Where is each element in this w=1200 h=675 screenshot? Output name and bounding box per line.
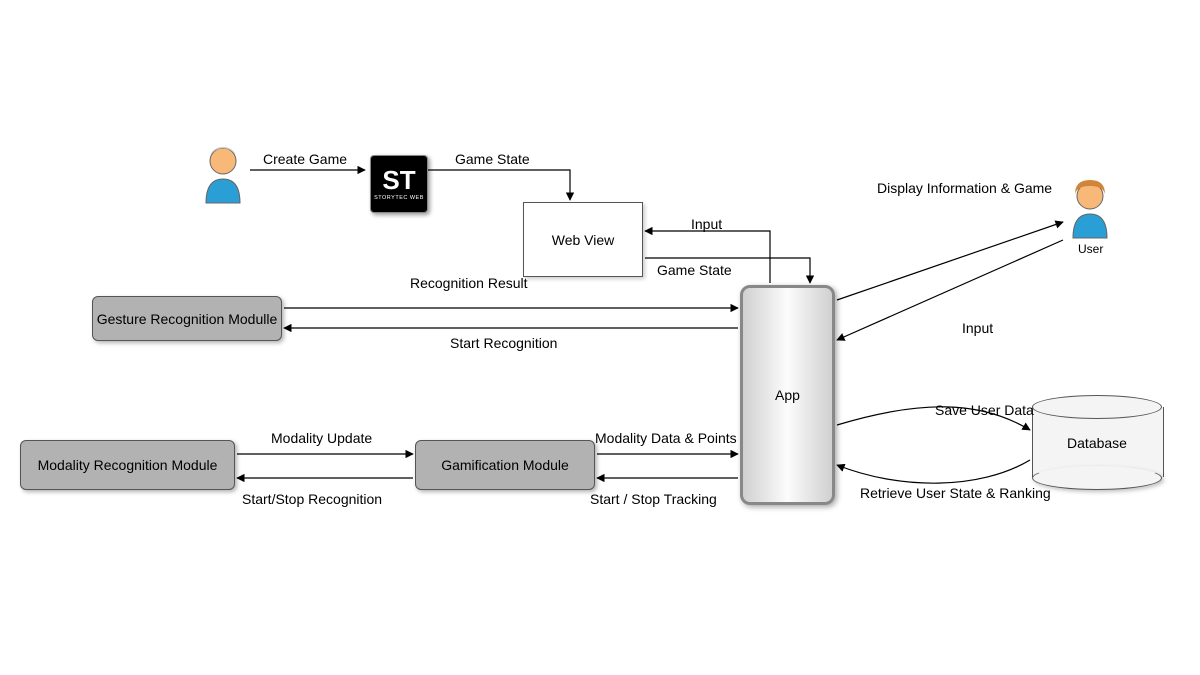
database-icon: Database [1032,395,1162,490]
app-label: App [775,387,800,403]
app-box: App [740,285,835,505]
webview-label: Web View [552,232,615,248]
storytec-logo-text: ST [382,167,415,193]
edge-start-stop-recognition: Start/Stop Recognition [242,491,382,507]
storytec-logo-subtext: STORYTEC WEB [374,195,424,201]
edge-start-recognition: Start Recognition [450,335,557,351]
user-avatar [1065,180,1115,240]
storytec-logo: ST STORYTEC WEB [370,155,428,213]
webview-box: Web View [523,202,643,277]
gamification-label: Gamification Module [441,457,569,473]
edge-recognition-result: Recognition Result [410,275,528,291]
author-avatar [198,145,248,205]
edge-input-app: Input [962,320,993,336]
gamification-module: Gamification Module [415,440,595,490]
edge-retrieve-user-state: Retrieve User State & Ranking [860,485,1051,501]
gesture-recognition-label: Gesture Recognition Modulle [97,311,278,327]
edge-create-game: Create Game [263,151,347,167]
edge-modality-data-points: Modality Data & Points [595,430,737,446]
database-label: Database [1032,435,1162,451]
edge-modality-update: Modality Update [271,430,372,446]
edge-save-user-data: Save User Data [935,402,1034,418]
user-label: User [1078,242,1103,256]
gesture-recognition-module: Gesture Recognition Modulle [92,296,282,341]
modality-recognition-label: Modality Recognition Module [38,457,218,473]
edge-input-webview: Input [691,216,722,232]
modality-recognition-module: Modality Recognition Module [20,440,235,490]
edge-start-stop-tracking: Start / Stop Tracking [590,491,717,507]
diagram-canvas: ST STORYTEC WEB Web View Gesture Recogni… [0,0,1200,675]
edge-game-state-2: Game State [657,262,732,278]
edge-display-info-game: Display Information & Game [877,180,1052,196]
edge-game-state-1: Game State [455,151,530,167]
